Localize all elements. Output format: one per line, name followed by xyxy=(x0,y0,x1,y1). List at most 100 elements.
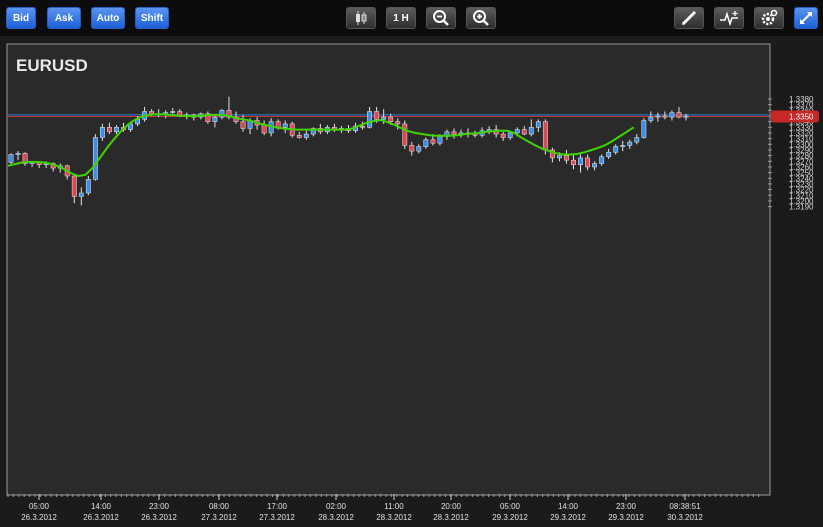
candle-body-down xyxy=(296,134,302,138)
candle-body-up xyxy=(507,132,513,138)
bid-button[interactable]: Bid xyxy=(6,7,36,29)
candle-body-down xyxy=(374,111,380,120)
x-tick-date: 30.3.2012 xyxy=(667,513,703,522)
x-tick-date: 29.3.2012 xyxy=(550,513,586,522)
candle-body-up xyxy=(655,115,661,118)
candle-body-down xyxy=(275,121,281,128)
candle-body-up xyxy=(8,154,14,163)
auto-button[interactable]: Auto xyxy=(91,7,125,29)
x-tick-time: 05:00 xyxy=(500,502,521,511)
x-tick-time: 23:00 xyxy=(149,502,170,511)
x-tick-time: 02:00 xyxy=(326,502,347,511)
candle-body-down xyxy=(402,123,408,146)
x-tick-date: 28.3.2012 xyxy=(318,513,354,522)
settings-button[interactable] xyxy=(754,7,784,29)
candle-body-up xyxy=(212,116,218,122)
chart-title: EURUSD xyxy=(16,56,88,75)
candle-body-down xyxy=(388,116,394,122)
chart-area[interactable]: EURUSD 1.33801.33701.33601.33501.33401.3… xyxy=(0,36,823,527)
x-tick-time: 11:00 xyxy=(384,502,404,511)
zoom-in-icon xyxy=(473,10,489,26)
candle-body-down xyxy=(149,111,155,114)
candle-body-up xyxy=(599,156,605,164)
expand-icon xyxy=(800,12,812,24)
candle-body-down xyxy=(500,133,506,138)
candle-body-down xyxy=(451,131,457,135)
candles-icon xyxy=(356,11,367,25)
candle-body-up xyxy=(535,121,541,128)
candle-body-down xyxy=(240,121,246,129)
x-tick-date: 26.3.2012 xyxy=(83,513,119,522)
x-tick-time: 05:00 xyxy=(29,502,50,511)
candle-body-up xyxy=(170,111,176,113)
zoom-out-button[interactable] xyxy=(426,7,456,29)
current-price-label: 1.3350 xyxy=(789,113,814,122)
candle-body-up xyxy=(92,137,98,180)
candle-body-up xyxy=(437,136,443,144)
x-tick-time: 14:00 xyxy=(91,502,112,511)
candle-body-up xyxy=(606,151,612,158)
x-tick-time: 14:00 xyxy=(558,502,579,511)
x-tick-date: 29.3.2012 xyxy=(608,513,644,522)
draw-button[interactable] xyxy=(674,7,704,29)
toolbar: Bid Ask Auto Shift 1 H xyxy=(0,0,823,36)
candle-body-down xyxy=(571,159,576,165)
x-tick-time: 20:00 xyxy=(441,502,462,511)
candle xyxy=(641,118,647,139)
candle-body-up xyxy=(381,116,387,120)
indicator-button[interactable] xyxy=(714,7,744,29)
x-tick-time: 08:38:51 xyxy=(669,502,701,511)
candle-body-up xyxy=(613,146,619,153)
ask-button[interactable]: Ask xyxy=(47,7,81,29)
x-tick-date: 27.3.2012 xyxy=(201,513,237,522)
candle-body-down xyxy=(662,115,668,118)
candle-body-down xyxy=(360,125,365,128)
timeframe-button[interactable]: 1 H xyxy=(386,7,416,29)
settings-icon xyxy=(761,9,778,26)
x-tick-date: 28.3.2012 xyxy=(376,513,412,522)
candle xyxy=(22,152,28,166)
indicator-icon xyxy=(720,11,738,26)
shift-button[interactable]: Shift xyxy=(135,7,169,29)
candle-body-down xyxy=(676,112,682,118)
y-tick-label: 1.3190 xyxy=(789,203,814,212)
candle-body-up xyxy=(627,141,633,146)
candle-body-up xyxy=(683,115,689,118)
x-tick-date: 29.3.2012 xyxy=(492,513,528,522)
candle-body-up xyxy=(641,120,647,138)
x-tick-time: 23:00 xyxy=(616,502,637,511)
candle-body-down xyxy=(585,157,590,168)
candle-body-up xyxy=(416,146,422,152)
candle-body-up xyxy=(557,155,562,159)
x-tick-date: 26.3.2012 xyxy=(141,513,177,522)
x-tick-date: 28.3.2012 xyxy=(433,513,469,522)
x-tick-time: 17:00 xyxy=(267,502,288,511)
candle-body-up xyxy=(592,163,598,168)
candle-body-up xyxy=(669,112,675,118)
candle-body-down xyxy=(261,124,267,134)
candle-body-up xyxy=(303,133,309,138)
candle-body-up xyxy=(99,127,105,138)
candle-body-down xyxy=(564,155,569,161)
expand-button[interactable] xyxy=(794,7,818,29)
price-tag-group: 1.3350 xyxy=(771,110,819,123)
candle-body-down xyxy=(71,175,77,197)
candle-body-down xyxy=(107,127,112,133)
candle-body-up xyxy=(282,123,288,128)
candle-body-up xyxy=(514,129,520,134)
chart-type-button[interactable] xyxy=(346,7,376,29)
candle-body-up xyxy=(578,157,583,165)
candle-body-up xyxy=(620,145,626,147)
candle-body-down xyxy=(409,145,415,152)
x-tick-date: 27.3.2012 xyxy=(259,513,295,522)
candle-body-up xyxy=(15,153,21,155)
candle-body-down xyxy=(430,139,436,144)
candle-body-up xyxy=(85,179,91,194)
candle-body-down xyxy=(542,121,548,151)
candle-body-up xyxy=(634,137,640,143)
candle-body-down xyxy=(395,121,401,125)
zoom-in-button[interactable] xyxy=(466,7,496,29)
candle xyxy=(92,134,98,181)
candle-body-up xyxy=(114,127,119,133)
x-tick-date: 26.3.2012 xyxy=(21,513,57,522)
